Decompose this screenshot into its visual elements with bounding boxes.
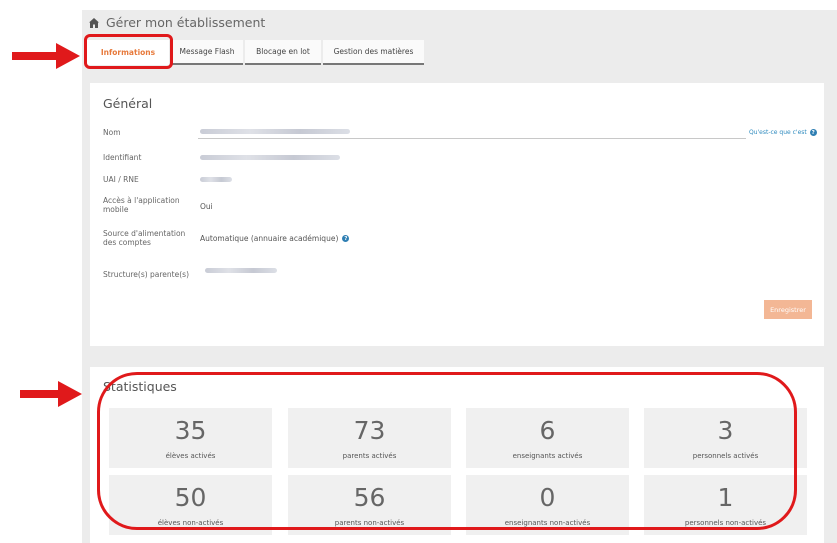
annotation-arrow-icon — [12, 43, 80, 69]
source-value-wrap: Automatique (annuaire académique) ? — [200, 234, 350, 243]
acces-label: Accès à l'application mobile — [103, 196, 180, 214]
tab-blocage-en-lot[interactable]: Blocage en lot — [245, 40, 321, 65]
help-icon: ? — [809, 129, 817, 136]
nom-value-blurred — [200, 129, 350, 134]
annotation-highlight-tab — [84, 34, 173, 69]
help-link[interactable]: Qu'est-ce que c'est ? — [749, 129, 817, 136]
save-button[interactable]: Enregistrer — [764, 300, 812, 319]
identifiant-value-blurred — [200, 155, 340, 160]
nom-input[interactable] — [198, 138, 746, 139]
source-label: Source d'alimentation des comptes — [103, 229, 186, 247]
structures-label: Structure(s) parente(s) — [103, 270, 189, 279]
identifiant-label: Identifiant — [103, 153, 142, 162]
tab-gestion-matieres[interactable]: Gestion des matières — [323, 40, 424, 65]
general-card: Général Nom Qu'est-ce que c'est ? Identi… — [90, 83, 824, 346]
page-title-text: Gérer mon établissement — [106, 15, 266, 30]
annotation-arrow-icon — [20, 381, 82, 407]
source-value: Automatique (annuaire académique) — [200, 234, 339, 243]
source-help-icon[interactable]: ? — [342, 235, 350, 242]
help-link-text: Qu'est-ce que c'est — [749, 129, 807, 136]
page-title: Gérer mon établissement — [88, 15, 265, 30]
uai-label: UAI / RNE — [103, 175, 139, 184]
nom-label: Nom — [103, 128, 121, 137]
tab-message-flash[interactable]: Message Flash — [171, 40, 243, 65]
structures-value-blurred — [205, 268, 277, 273]
annotation-highlight-stats — [97, 372, 797, 530]
home-icon — [89, 17, 99, 28]
acces-value: Oui — [200, 202, 213, 211]
uai-value-blurred — [200, 177, 232, 182]
general-title: Général — [103, 96, 153, 111]
